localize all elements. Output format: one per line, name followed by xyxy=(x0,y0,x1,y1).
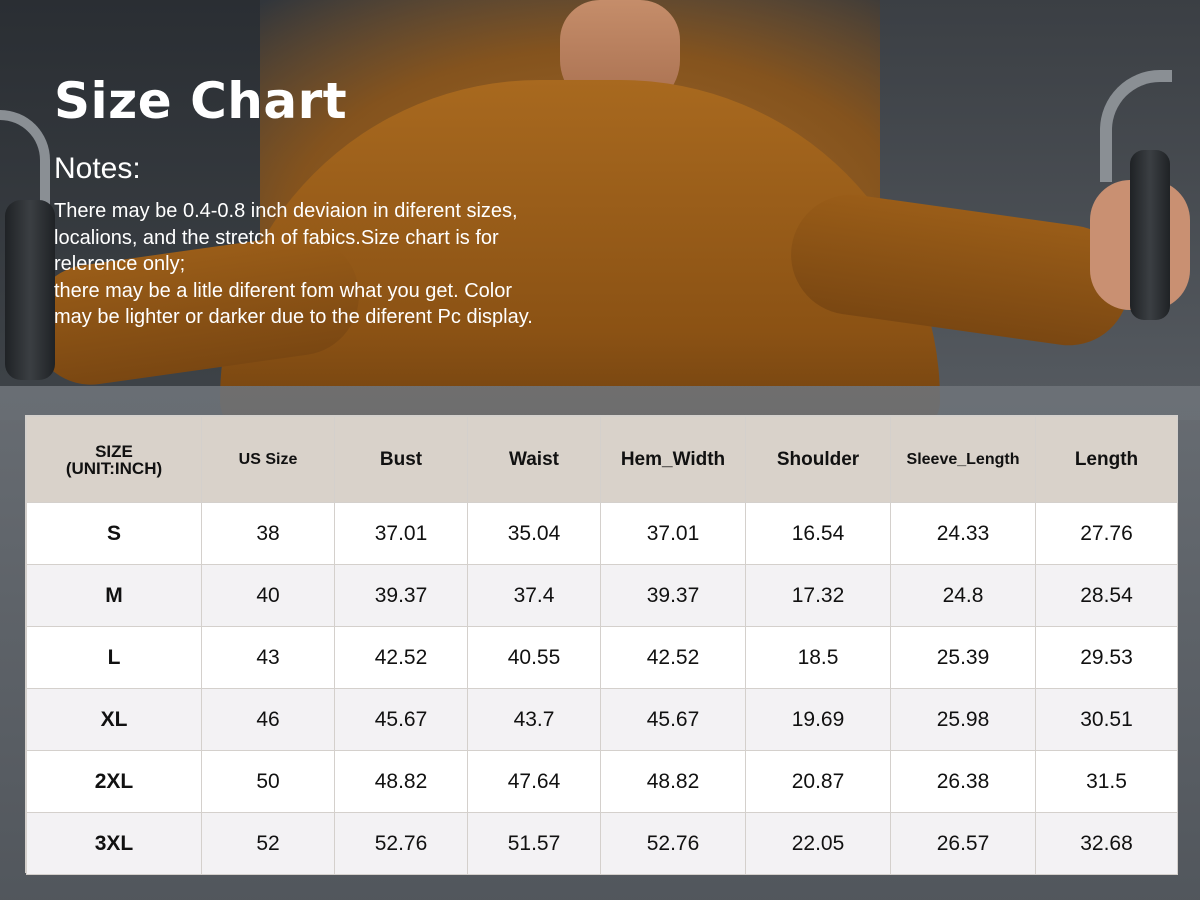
cell-waist: 35.04 xyxy=(467,502,601,565)
header-bust: Bust xyxy=(334,416,468,503)
cell-us-size: 43 xyxy=(201,626,335,689)
cell-hem-width: 39.37 xyxy=(600,564,746,627)
cell-bust: 42.52 xyxy=(334,626,468,689)
cell-sleeve-length: 25.39 xyxy=(890,626,1036,689)
cell-sleeve-length: 26.57 xyxy=(890,812,1036,875)
cell-bust: 45.67 xyxy=(334,688,468,751)
cell-size: 3XL xyxy=(26,812,202,875)
size-table: SIZE (UNIT:INCH) US Size Bust Waist Hem_… xyxy=(25,415,1178,875)
cell-waist: 37.4 xyxy=(467,564,601,627)
cell-us-size: 38 xyxy=(201,502,335,565)
cell-bust: 37.01 xyxy=(334,502,468,565)
notes-line: localions, and the stretch of fabics.Siz… xyxy=(54,226,499,249)
header-size: SIZE (UNIT:INCH) xyxy=(26,416,202,503)
notes-line: There may be 0.4-0.8 inch deviaion in di… xyxy=(54,200,518,222)
cell-shoulder: 19.69 xyxy=(745,688,891,751)
cell-hem-width: 42.52 xyxy=(600,626,746,689)
cell-length: 32.68 xyxy=(1035,812,1178,875)
cell-waist: 51.57 xyxy=(467,812,601,875)
cell-shoulder: 16.54 xyxy=(745,502,891,565)
cell-sleeve-length: 26.38 xyxy=(890,750,1036,813)
cell-us-size: 46 xyxy=(201,688,335,751)
notes-line: there may be a litle diferent fom what y… xyxy=(54,279,513,302)
table-row: 3XL 52 52.76 51.57 52.76 22.05 26.57 32.… xyxy=(26,812,1178,875)
header-hem-width: Hem_Width xyxy=(600,416,746,503)
notes-text: There may be 0.4-0.8 inch deviaion in di… xyxy=(54,198,594,331)
header-waist: Waist xyxy=(467,416,601,503)
cell-size: M xyxy=(26,564,202,627)
table-row: L 43 42.52 40.55 42.52 18.5 25.39 29.53 xyxy=(26,626,1178,689)
header-shoulder: Shoulder xyxy=(745,416,891,503)
cell-us-size: 52 xyxy=(201,812,335,875)
header-us-size: US Size xyxy=(201,416,335,503)
cell-shoulder: 20.87 xyxy=(745,750,891,813)
header-size-unit: (UNIT:INCH) xyxy=(65,458,163,478)
cell-shoulder: 18.5 xyxy=(745,626,891,689)
machine-handle-left xyxy=(5,200,55,380)
cell-size: 2XL xyxy=(26,750,202,813)
notes-heading: Notes: xyxy=(54,152,141,185)
table-row: 2XL 50 48.82 47.64 48.82 20.87 26.38 31.… xyxy=(26,750,1178,813)
cell-bust: 48.82 xyxy=(334,750,468,813)
table-row: S 38 37.01 35.04 37.01 16.54 24.33 27.76 xyxy=(26,502,1178,565)
cell-shoulder: 22.05 xyxy=(745,812,891,875)
cell-sleeve-length: 25.98 xyxy=(890,688,1036,751)
header-length: Length xyxy=(1035,416,1178,503)
cell-size: S xyxy=(26,502,202,565)
cell-length: 28.54 xyxy=(1035,564,1178,627)
header-sleeve-length: Sleeve_Length xyxy=(890,416,1036,503)
cell-sleeve-length: 24.8 xyxy=(890,564,1036,627)
cell-waist: 40.55 xyxy=(467,626,601,689)
cell-bust: 39.37 xyxy=(334,564,468,627)
cell-us-size: 50 xyxy=(201,750,335,813)
cell-hem-width: 52.76 xyxy=(600,812,746,875)
machine-handle-right xyxy=(1130,150,1170,320)
table-row: XL 46 45.67 43.7 45.67 19.69 25.98 30.51 xyxy=(26,688,1178,751)
table-row: M 40 39.37 37.4 39.37 17.32 24.8 28.54 xyxy=(26,564,1178,627)
page-title: Size Chart xyxy=(54,72,348,130)
cell-size: L xyxy=(26,626,202,689)
notes-line: may be lighter or darker due to the dife… xyxy=(54,306,533,328)
cell-hem-width: 45.67 xyxy=(600,688,746,751)
cell-hem-width: 48.82 xyxy=(600,750,746,813)
notes-line: relerence only; xyxy=(54,253,186,275)
cell-waist: 47.64 xyxy=(467,750,601,813)
cell-waist: 43.7 xyxy=(467,688,601,751)
cell-bust: 52.76 xyxy=(334,812,468,875)
cell-shoulder: 17.32 xyxy=(745,564,891,627)
header-size-label: SIZE xyxy=(95,441,133,461)
cell-us-size: 40 xyxy=(201,564,335,627)
cell-hem-width: 37.01 xyxy=(600,502,746,565)
cell-length: 30.51 xyxy=(1035,688,1178,751)
cell-length: 29.53 xyxy=(1035,626,1178,689)
cell-sleeve-length: 24.33 xyxy=(890,502,1036,565)
cell-length: 31.5 xyxy=(1035,750,1178,813)
cell-length: 27.76 xyxy=(1035,502,1178,565)
cell-size: XL xyxy=(26,688,202,751)
table-header-row: SIZE (UNIT:INCH) US Size Bust Waist Hem_… xyxy=(26,416,1178,503)
